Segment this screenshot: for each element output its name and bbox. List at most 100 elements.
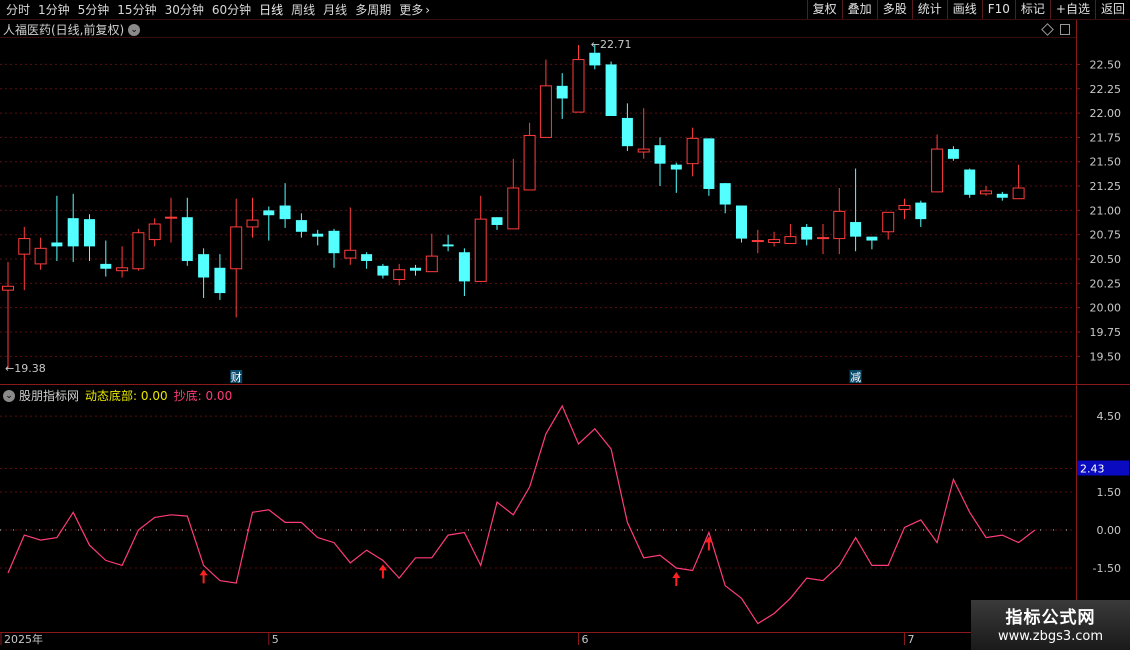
- candle-body-up: [344, 249, 357, 259]
- candle-body-down: [312, 233, 324, 237]
- candle-body-up: [931, 148, 944, 193]
- indicator-tick-label: 4.50: [1097, 410, 1122, 423]
- indicator-line: [7, 404, 1036, 625]
- candle-body-up: [116, 267, 129, 272]
- price-tick-label: 22.00: [1090, 107, 1122, 120]
- window-square-icon[interactable]: [1060, 24, 1070, 35]
- candle-body-down: [198, 254, 210, 278]
- line-a-label: 动态底部:: [85, 389, 138, 403]
- candle-body-up: [833, 210, 846, 240]
- candle-body-down: [263, 210, 275, 216]
- candle-body-up: [686, 137, 699, 165]
- candle-body-up: [18, 238, 31, 255]
- candle-body-down: [654, 145, 666, 164]
- price-tick-label: 21.25: [1090, 180, 1122, 193]
- chevron-down-icon[interactable]: ⌄: [3, 389, 15, 402]
- current-value-label: 2.43: [1080, 463, 1105, 476]
- candle-body-up: [425, 255, 438, 273]
- x-axis-label: 6: [582, 633, 589, 646]
- x-axis-label: 7: [908, 633, 915, 646]
- watermark-logo: 指标公式网 www.zbgs3.com: [971, 600, 1130, 650]
- candle-body-up: [230, 226, 243, 270]
- candle-body-down: [996, 193, 1008, 198]
- event-marker: 减: [850, 371, 861, 384]
- indicator-tick-label: 1.50: [1097, 486, 1122, 499]
- indicator-tick-label: 0.00: [1097, 524, 1122, 537]
- candle-body-up: [817, 237, 829, 240]
- candle-body-down: [67, 218, 79, 247]
- candle-body-up: [165, 216, 177, 219]
- buy-arrow-icon: [672, 571, 681, 586]
- candle-body-down: [377, 265, 389, 276]
- candle-body-down: [181, 217, 193, 261]
- high-price-label: ←22.71: [591, 38, 632, 51]
- indicator-name: 股朋指标网: [19, 389, 80, 403]
- candle-body-up: [539, 85, 552, 138]
- low-price-label: ←19.38: [5, 362, 46, 375]
- price-tick-label: 20.50: [1090, 253, 1122, 266]
- price-tick-label: 20.25: [1090, 277, 1122, 290]
- chevron-down-icon[interactable]: ⌄: [128, 23, 141, 36]
- candle-body-down: [491, 217, 503, 225]
- candle-body-down: [866, 236, 878, 241]
- candle-body-down: [214, 267, 226, 294]
- candle-body-down: [328, 230, 340, 254]
- buy-arrow-icon: [378, 564, 387, 579]
- candle-body-up: [572, 59, 585, 113]
- price-tick-label: 21.00: [1090, 204, 1122, 217]
- candle-body-down: [605, 64, 617, 116]
- candle-body-up: [980, 190, 992, 195]
- candle-body-down: [589, 52, 601, 66]
- candle-body-down: [801, 226, 813, 240]
- candle-body-down: [100, 263, 112, 269]
- candle-body-up: [898, 205, 911, 210]
- candle-body-down: [964, 169, 976, 195]
- candle-body-down: [719, 183, 731, 205]
- line-b-label: 抄底:: [173, 389, 202, 403]
- candle-body-down: [458, 252, 470, 282]
- candle-body-up: [637, 148, 650, 153]
- price-tick-label: 19.50: [1090, 350, 1122, 363]
- event-marker: 财: [231, 370, 242, 384]
- candle-body-down: [295, 220, 307, 232]
- watermark-url: www.zbgs3.com: [997, 629, 1104, 644]
- watermark-title: 指标公式网: [1005, 608, 1096, 628]
- candle-body-up: [474, 218, 487, 282]
- buy-arrow-icon: [199, 569, 208, 584]
- chart-canvas: 22.50 22.25 22.00 21.75 21.50 21.25 21.00 20.75…: [0, 20, 1130, 650]
- candle-body-up: [148, 223, 161, 241]
- candle-body-up: [523, 134, 536, 191]
- price-tick-label: 20.00: [1090, 302, 1122, 315]
- price-tick-label: 22.25: [1090, 83, 1122, 96]
- candle-body-down: [703, 138, 715, 189]
- candle-body-down: [850, 222, 862, 237]
- line-b-value: 0.00: [205, 389, 233, 403]
- main-panel-title[interactable]: 人福医药(日线,前复权) ⌄: [3, 21, 141, 38]
- price-tick-label: 22.50: [1090, 58, 1122, 71]
- candle-body-up: [393, 269, 406, 280]
- indicator-panel-title: ⌄ 股朋指标网 动态底部: 0.00 抄底: 0.00: [3, 387, 232, 404]
- candle-body-up: [2, 285, 14, 291]
- candle-body-up: [882, 211, 895, 233]
- price-tick-label: 20.75: [1090, 229, 1122, 242]
- candle-body-down: [279, 205, 291, 220]
- candle-body-up: [246, 219, 259, 228]
- x-axis-label: 2025年: [4, 632, 43, 646]
- candle-body-down: [556, 85, 568, 99]
- price-tick-label: 19.75: [1090, 326, 1122, 339]
- price-tick-label: 21.50: [1090, 156, 1122, 169]
- candle-body-down: [442, 244, 454, 247]
- stock-title: 人福医药(日线,前复权): [3, 23, 125, 37]
- candle-body-up: [784, 236, 797, 244]
- candle-body-up: [751, 240, 764, 243]
- candle-body-down: [736, 205, 747, 239]
- candle-body-up: [132, 232, 145, 270]
- candle-body-down: [84, 219, 95, 247]
- candle-body-up: [1012, 187, 1025, 200]
- line-a-value: 0.00: [140, 389, 168, 403]
- indicator-tick-label: -1.50: [1093, 562, 1121, 575]
- candle-body-down: [51, 242, 63, 247]
- candle-body-up: [507, 187, 520, 230]
- candle-body-down: [915, 202, 927, 220]
- candle-body-down: [410, 267, 421, 271]
